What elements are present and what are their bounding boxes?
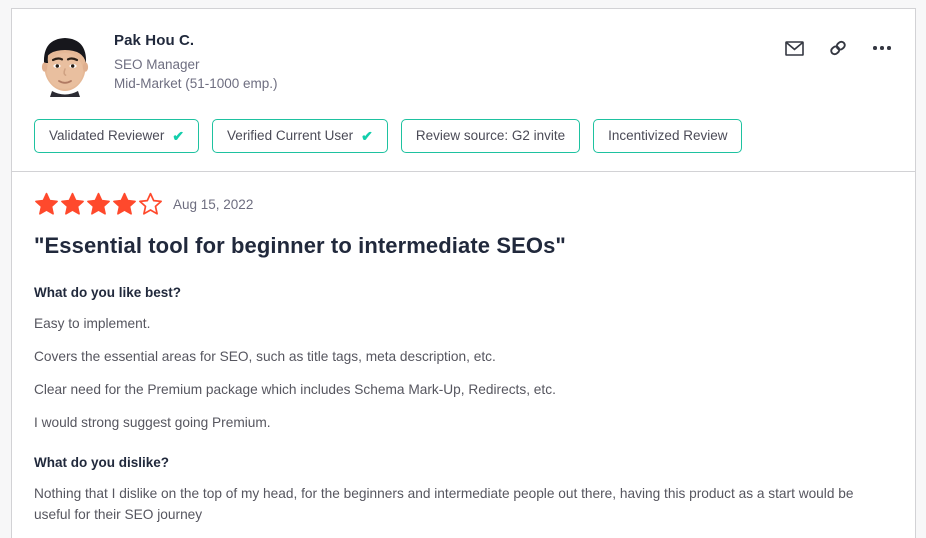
- star-filled-icon: [60, 192, 85, 216]
- badge-review-source[interactable]: Review source: G2 invite: [400, 119, 581, 153]
- badge-validated-reviewer[interactable]: Validated Reviewer ✔: [34, 119, 200, 153]
- avatar: [34, 27, 96, 97]
- more-options-dots: [873, 46, 891, 50]
- star-rating: [34, 192, 163, 216]
- link-icon[interactable]: [827, 37, 849, 59]
- star-filled-icon: [34, 192, 59, 216]
- question-label: What do you dislike?: [34, 455, 170, 470]
- review-page: Pak Hou C. SEO Manager Mid-Market (51-10…: [0, 0, 926, 538]
- review-card: Pak Hou C. SEO Manager Mid-Market (51-10…: [11, 8, 916, 538]
- reviewer-name: Pak Hou C.: [114, 32, 195, 49]
- review-header: Pak Hou C. SEO Manager Mid-Market (51-10…: [11, 8, 916, 171]
- badge-verified-current-user[interactable]: Verified Current User ✔: [212, 119, 388, 153]
- badge-label: Review source: G2 invite: [415, 128, 566, 143]
- badge-incentivized-review[interactable]: Incentivized Review: [593, 119, 743, 153]
- question-label: What do you like best?: [34, 285, 182, 300]
- check-icon: ✔: [361, 128, 373, 144]
- badge-label: Verified Current User: [227, 128, 354, 143]
- rating-row: Aug 15, 2022: [34, 192, 893, 216]
- star-filled-icon: [112, 192, 137, 216]
- answer-paragraph: Covers the essential areas for SEO, such…: [34, 349, 496, 364]
- answer-paragraph: I would strong suggest going Premium.: [34, 415, 271, 430]
- review-badges: Validated Reviewer ✔ Verified Current Us…: [34, 119, 893, 153]
- answer-paragraph: Clear need for the Premium package which…: [34, 382, 556, 397]
- header-actions: [783, 37, 893, 59]
- review-body: Aug 15, 2022 "Essential tool for beginne…: [11, 171, 916, 538]
- reviewer-row: Pak Hou C. SEO Manager Mid-Market (51-10…: [34, 27, 893, 97]
- section-dislike: What do you dislike? Nothing that I disl…: [34, 454, 893, 525]
- more-options-icon[interactable]: [871, 37, 893, 59]
- answer-paragraph: Nothing that I dislike on the top of my …: [34, 486, 854, 522]
- review-date: Aug 15, 2022: [173, 196, 254, 212]
- reviewer-role: SEO Manager: [114, 57, 200, 72]
- star-filled-icon: [86, 192, 111, 216]
- reviewer-meta: Pak Hou C. SEO Manager Mid-Market (51-10…: [114, 27, 278, 93]
- email-icon[interactable]: [783, 37, 805, 59]
- answer-paragraph: Easy to implement.: [34, 316, 151, 331]
- star-empty-icon: [138, 192, 163, 216]
- badge-label: Validated Reviewer: [49, 128, 165, 143]
- review-title: "Essential tool for beginner to intermed…: [34, 233, 566, 258]
- section-like-best: What do you like best? Easy to implement…: [34, 284, 893, 433]
- check-icon: ✔: [172, 128, 185, 144]
- badge-label: Incentivized Review: [608, 128, 728, 143]
- reviewer-company-size: Mid-Market (51-1000 emp.): [114, 76, 278, 91]
